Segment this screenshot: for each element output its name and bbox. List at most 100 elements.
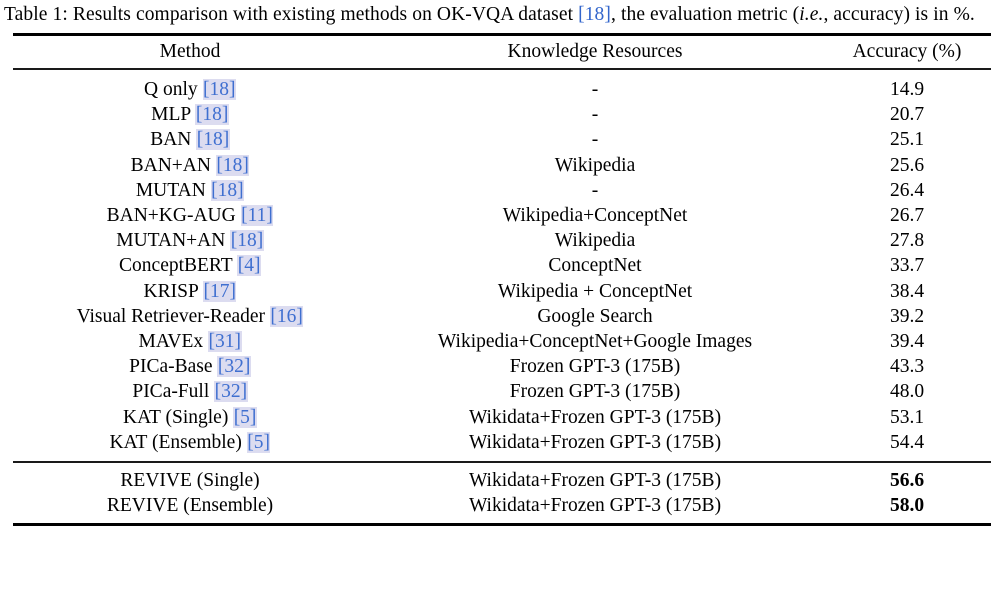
cell-accuracy: 25.6	[889, 154, 925, 176]
table-row: BAN+AN [18] Wikipedia 25.6	[13, 153, 991, 178]
caption-suffix-2: , accuracy) is in %.	[823, 4, 975, 25]
table-figure-page: Table 1: Results comparison with existin…	[0, 0, 1004, 597]
method-name: KRISP	[143, 280, 199, 302]
body-top-spacer	[13, 70, 991, 77]
column-header-method: Method	[159, 41, 221, 62]
table-row: Visual Retriever-Reader [16] Google Searc…	[13, 304, 991, 329]
method-name: MAVEx	[138, 331, 204, 353]
table-bottom-rule-line	[13, 523, 991, 527]
cell-method: MAVEx [31]	[13, 329, 367, 354]
cell-knowledge-resources: Wikidata+Frozen GPT-3 (175B)	[468, 495, 722, 517]
table-row: REVIVE (Single) Wikidata+Frozen GPT-3 (17…	[13, 468, 991, 493]
results-table: Method Knowledge Resources Accuracy (%) Q …	[13, 33, 991, 527]
method-name: REVIVE (Ensemble)	[106, 495, 274, 517]
caption-citation[interactable]: [18]	[578, 4, 611, 25]
cell-accuracy: 25.1	[889, 129, 925, 151]
cell-method: PICa-Base [32]	[13, 354, 367, 379]
caption-prefix: Table 1: Results comparison with existin…	[4, 4, 579, 25]
cell-knowledge-resources: Frozen GPT-3 (175B)	[509, 381, 681, 403]
table-row: BAN+KG-AUG [11] Wikipedia+ConceptNet 26.7	[13, 203, 991, 228]
cell-accuracy: 53.1	[889, 406, 925, 428]
method-name: Visual Retriever-Reader	[76, 305, 266, 327]
reference-citation[interactable]: [17]	[202, 280, 237, 302]
method-name: MLP	[151, 104, 191, 126]
table-row: BAN [18] - 25.1	[13, 127, 991, 152]
spacer-cell	[13, 70, 367, 77]
method-name: ConceptBERT	[119, 255, 233, 277]
method-name: BAN+AN	[130, 154, 211, 176]
cell-accuracy: 38.4	[889, 280, 925, 302]
cell-knowledge-resources: Wikipedia + ConceptNet	[497, 280, 693, 302]
reference-citation[interactable]: [5]	[233, 406, 257, 428]
caption-suffix-1: , the evaluation metric (	[611, 4, 800, 25]
table-row: KRISP [17] Wikipedia + ConceptNet 38.4	[13, 279, 991, 304]
table-row: REVIVE (Ensemble) Wikidata+Frozen GPT-3 (…	[13, 493, 991, 518]
caption-italic-ie: i.e.	[799, 4, 824, 25]
cell-knowledge-resources: Google Search	[537, 305, 653, 327]
cell-accuracy: 39.2	[889, 305, 925, 327]
cell-knowledge-resources: Wikidata+Frozen GPT-3 (175B)	[468, 431, 722, 453]
reference-citation[interactable]: [18]	[210, 179, 245, 201]
reference-citation[interactable]: [16]	[269, 305, 304, 327]
table-row: MAVEx [31] Wikipedia+ConceptNet+Google Im…	[13, 329, 991, 354]
cell-knowledge-resources: Wikipedia+ConceptNet+Google Images	[437, 331, 753, 353]
cell-method: Visual Retriever-Reader [16]	[13, 304, 367, 329]
table-row: KAT (Ensemble) [5] Wikidata+Frozen GPT-3 …	[13, 430, 991, 455]
cell-accuracy: 56.6	[889, 470, 925, 492]
method-name: MUTAN	[135, 179, 206, 201]
method-name: BAN	[150, 129, 192, 151]
cell-method: KAT (Single) [5]	[13, 405, 367, 430]
cell-method: ConceptBERT [4]	[13, 253, 367, 278]
column-header-accuracy: Accuracy (%)	[852, 41, 962, 62]
cell-accuracy: 54.4	[889, 431, 925, 453]
table-row: MUTAN [18] - 26.4	[13, 178, 991, 203]
cell-method: REVIVE (Ensemble)	[13, 493, 367, 518]
method-name: BAN+KG-AUG	[106, 205, 236, 227]
cell-method: PICa-Full [32]	[13, 379, 367, 404]
reference-citation[interactable]: [18]	[230, 230, 264, 252]
cell-accuracy: 33.7	[889, 255, 925, 277]
table-row: PICa-Base [32] Frozen GPT-3 (175B) 43.3	[13, 354, 991, 379]
cell-method: MUTAN [18]	[13, 178, 367, 203]
reference-citation[interactable]: [18]	[196, 129, 230, 151]
cell-knowledge-resources: -	[591, 179, 599, 201]
cell-knowledge-resources: Wikidata+Frozen GPT-3 (175B)	[468, 470, 722, 492]
cell-accuracy: 58.0	[889, 495, 925, 517]
cell-method: MLP [18]	[13, 102, 367, 127]
cell-knowledge-resources: Wikipedia+ConceptNet	[502, 205, 688, 227]
table-row: ConceptBERT [4] ConceptNet 33.7	[13, 253, 991, 278]
table-row: PICa-Full [32] Frozen GPT-3 (175B) 48.0	[13, 379, 991, 404]
method-name: PICa-Base	[129, 356, 213, 378]
method-name: REVIVE (Single)	[120, 470, 260, 492]
reference-citation[interactable]: [32]	[217, 356, 251, 378]
cell-accuracy: 39.4	[889, 331, 925, 353]
cell-knowledge-resources: -	[591, 104, 599, 126]
method-name: PICa-Full	[132, 381, 210, 403]
table-row: MLP [18] - 20.7	[13, 102, 991, 127]
reference-citation[interactable]: [5]	[246, 431, 271, 453]
table-bottom-rule	[13, 523, 991, 527]
cell-knowledge-resources: Frozen GPT-3 (175B)	[509, 356, 681, 378]
cell-knowledge-resources: Wikipedia	[554, 154, 636, 176]
table-header-row: Method Knowledge Resources Accuracy (%)	[13, 36, 991, 68]
cell-method: BAN+KG-AUG [11]	[13, 203, 367, 228]
cell-knowledge-resources: -	[591, 79, 599, 100]
reference-citation[interactable]: [31]	[208, 331, 242, 353]
reference-citation[interactable]: [32]	[214, 381, 248, 403]
cell-accuracy: 43.3	[889, 356, 925, 378]
cell-knowledge-resources: ConceptNet	[548, 255, 642, 277]
reference-citation[interactable]: [18]	[215, 154, 250, 176]
method-name: KAT (Ensemble)	[109, 431, 242, 453]
table-row: MUTAN+AN [18] Wikipedia 27.8	[13, 228, 991, 253]
cell-method: Q only [18]	[13, 77, 367, 102]
method-name: Q only	[144, 79, 198, 100]
cell-accuracy: 26.7	[889, 205, 925, 227]
reference-citation[interactable]: [11]	[240, 205, 274, 227]
reference-citation[interactable]: [18]	[195, 104, 229, 126]
reference-citation[interactable]: [18]	[202, 79, 236, 100]
method-name: MUTAN+AN	[116, 230, 226, 252]
cell-accuracy: 14.9	[889, 79, 925, 100]
spacer-cell	[367, 70, 823, 77]
reference-citation[interactable]: [4]	[237, 255, 261, 277]
cell-method: MUTAN+AN [18]	[13, 228, 367, 253]
